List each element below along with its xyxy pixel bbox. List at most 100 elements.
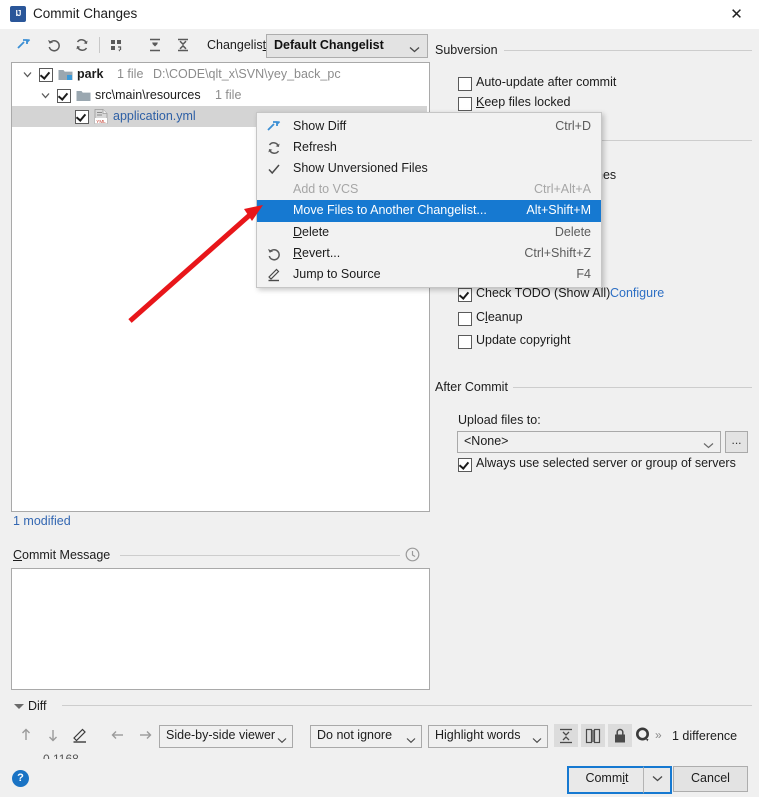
highlight-mode-value: Highlight words xyxy=(435,728,521,742)
menu-item-shortcut: Ctrl+Shift+Z xyxy=(524,246,591,260)
menu-item-delete[interactable]: Delete Delete xyxy=(257,222,601,244)
table-row[interactable]: park 1 file D:\CODE\qlt_x\SVN\yey_back_p… xyxy=(12,64,427,85)
help-icon[interactable]: ? xyxy=(12,770,29,787)
folder-icon xyxy=(76,89,91,101)
check-todo-checkbox[interactable] xyxy=(458,288,472,302)
check-icon xyxy=(266,161,282,177)
upload-target-select[interactable]: <None> xyxy=(457,431,721,453)
close-icon[interactable]: ✕ xyxy=(714,0,759,29)
svg-text:YML: YML xyxy=(96,119,106,124)
modified-count-status: 1 modified xyxy=(13,514,71,528)
revert-icon xyxy=(266,246,282,262)
refresh-icon xyxy=(266,140,282,156)
cleanup-label: Cleanup xyxy=(476,310,523,324)
show-diff-icon xyxy=(266,119,282,135)
tree-node-name: application.yml xyxy=(113,109,196,123)
clipped-diff-text: 0.1168 xyxy=(43,752,79,759)
context-menu[interactable]: Show Diff Ctrl+D Refresh Show Unversione… xyxy=(256,112,602,288)
window-title: Commit Changes xyxy=(33,6,138,21)
accept-right-icon[interactable] xyxy=(135,725,157,747)
subversion-section-title: Subversion xyxy=(435,43,498,57)
refresh-icon[interactable] xyxy=(70,33,94,57)
menu-item-show-unversioned-files[interactable]: Show Unversioned Files xyxy=(257,158,601,180)
menu-item-move-files-to-another-changelist[interactable]: Move Files to Another Changelist... Alt+… xyxy=(257,200,601,222)
accept-left-icon[interactable] xyxy=(108,725,130,747)
configure-link[interactable]: Configure xyxy=(610,286,664,300)
menu-item-shortcut: Alt+Shift+M xyxy=(526,203,591,217)
changes-toolbar: Changelist: Default Changelist xyxy=(0,30,759,60)
edit-source-icon[interactable] xyxy=(70,725,92,747)
menu-item-add-to-vcs: Add to VCS Ctrl+Alt+A xyxy=(257,179,601,201)
difference-count-label: 1 difference xyxy=(672,729,738,743)
synchronize-scroll-icon[interactable] xyxy=(581,724,605,747)
ignore-mode-select[interactable]: Do not ignore xyxy=(310,725,422,748)
group-by-icon[interactable] xyxy=(105,33,129,57)
menu-item-refresh[interactable]: Refresh xyxy=(257,137,601,159)
collapse-unchanged-icon[interactable] xyxy=(554,724,578,747)
highlight-mode-select[interactable]: Highlight words xyxy=(428,725,548,748)
viewer-mode-value: Side-by-side viewer xyxy=(166,728,276,742)
upload-target-value: <None> xyxy=(464,434,509,448)
chevron-down-icon[interactable] xyxy=(14,704,24,709)
chevron-down-icon xyxy=(532,733,542,747)
chevron-down-icon[interactable] xyxy=(40,90,51,101)
tree-node-count: 1 file xyxy=(215,88,242,102)
section-divider xyxy=(504,50,752,51)
section-divider xyxy=(513,387,752,388)
menu-item-show-diff[interactable]: Show Diff Ctrl+D xyxy=(257,116,601,138)
menu-item-shortcut: Ctrl+D xyxy=(555,119,591,133)
browse-button[interactable]: ... xyxy=(725,431,748,453)
viewer-mode-select[interactable]: Side-by-side viewer xyxy=(159,725,293,748)
menu-item-shortcut: Ctrl+Alt+A xyxy=(534,182,591,196)
menu-item-label: Show Unversioned Files xyxy=(293,161,428,175)
row-checkbox[interactable] xyxy=(39,68,53,82)
module-folder-icon xyxy=(58,68,73,80)
auto-update-checkbox[interactable] xyxy=(458,77,472,91)
always-use-server-checkbox[interactable] xyxy=(458,458,472,472)
yml-file-icon: YML xyxy=(94,109,108,124)
collapse-all-icon[interactable] xyxy=(171,33,195,57)
update-copyright-label: Update copyright xyxy=(476,333,571,347)
cancel-button[interactable]: Cancel xyxy=(673,766,748,792)
changelist-label: Changelist: xyxy=(207,38,270,52)
always-use-server-label: Always use selected server or group of s… xyxy=(476,456,736,470)
menu-item-label: Delete xyxy=(293,225,330,239)
toolbar-separator xyxy=(99,37,100,53)
menu-item-revert[interactable]: Revert... Ctrl+Shift+Z xyxy=(257,243,601,265)
ignore-mode-value: Do not ignore xyxy=(317,728,393,742)
title-bar: IJ Commit Changes ✕ xyxy=(0,0,759,29)
tree-node-path: D:\CODE\qlt_x\SVN\yey_back_pc xyxy=(153,67,341,81)
upload-files-label: Upload files to: xyxy=(458,413,541,427)
gear-icon[interactable] xyxy=(633,725,655,747)
row-checkbox[interactable] xyxy=(75,110,89,124)
menu-item-jump-to-source[interactable]: Jump to Source F4 xyxy=(257,264,601,286)
chevron-down-icon xyxy=(406,733,416,747)
tree-node-count: 1 file xyxy=(117,67,144,81)
table-row[interactable]: src\main\resources 1 file xyxy=(12,85,427,106)
changelist-value: Default Changelist xyxy=(274,38,384,52)
menu-item-shortcut: F4 xyxy=(576,267,591,281)
auto-update-label: Auto-update after commit xyxy=(476,75,617,89)
row-checkbox[interactable] xyxy=(57,89,71,103)
revert-icon[interactable] xyxy=(42,33,66,57)
commit-dropdown-button[interactable] xyxy=(643,766,672,794)
menu-item-label: Move Files to Another Changelist... xyxy=(293,203,487,217)
menu-item-label: Jump to Source xyxy=(293,267,381,281)
menu-item-label: Revert... xyxy=(293,246,341,260)
previous-difference-icon[interactable] xyxy=(16,725,38,747)
menu-item-label: Refresh xyxy=(293,140,337,154)
expand-all-icon[interactable] xyxy=(143,33,167,57)
keep-files-locked-checkbox[interactable] xyxy=(458,97,472,111)
clock-history-icon[interactable] xyxy=(405,547,420,562)
chevron-double-right-icon[interactable]: » xyxy=(655,728,662,742)
changelist-select[interactable]: Default Changelist xyxy=(266,34,428,58)
commit-button[interactable]: Commit xyxy=(567,766,647,794)
update-copyright-checkbox[interactable] xyxy=(458,335,472,349)
lock-icon[interactable] xyxy=(608,724,632,747)
commit-message-input[interactable] xyxy=(11,568,430,690)
after-commit-section-title: After Commit xyxy=(435,380,508,394)
cleanup-checkbox[interactable] xyxy=(458,312,472,326)
chevron-down-icon[interactable] xyxy=(22,69,33,80)
show-diff-icon[interactable] xyxy=(12,33,36,57)
next-difference-icon[interactable] xyxy=(43,725,65,747)
